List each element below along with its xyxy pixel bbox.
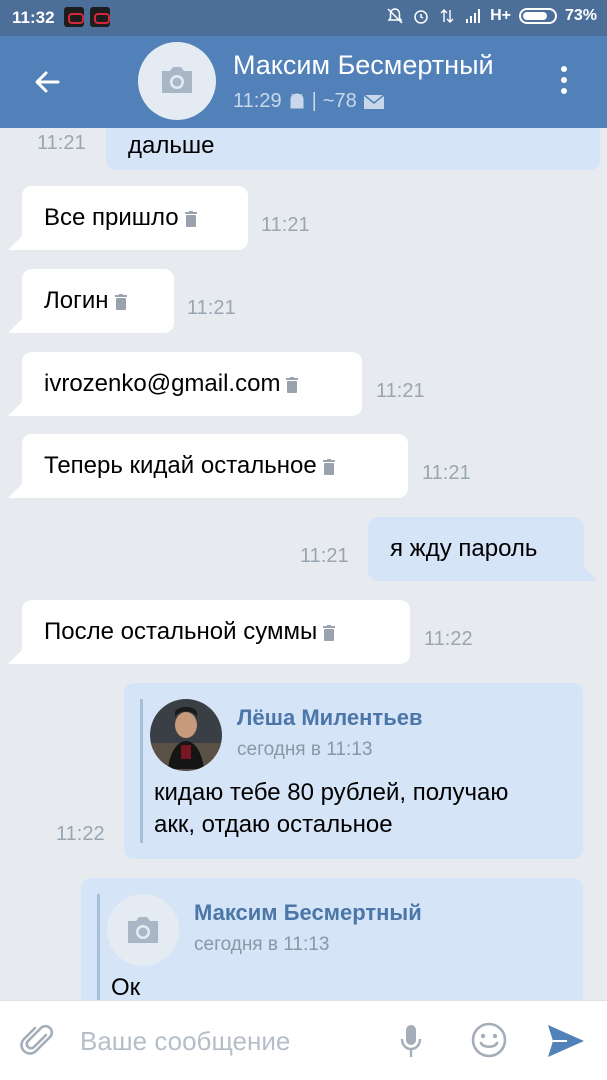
signal-icon bbox=[466, 9, 481, 23]
trash-icon bbox=[323, 625, 336, 641]
message-input[interactable] bbox=[80, 1023, 380, 1059]
message-incoming[interactable]: После остальной суммы bbox=[8, 600, 410, 664]
paperclip-icon[interactable] bbox=[20, 1023, 56, 1059]
forwarded-message[interactable]: Лёша Милентьев сегодня в 11:13 кидаю теб… bbox=[124, 683, 583, 859]
last-seen-time: 11:29 bbox=[233, 90, 282, 112]
mic-icon[interactable] bbox=[398, 1023, 424, 1059]
trash-icon bbox=[322, 459, 335, 475]
back-arrow-icon[interactable] bbox=[28, 62, 68, 102]
message-incoming[interactable]: Все пришло bbox=[8, 186, 248, 250]
trash-icon bbox=[286, 377, 299, 393]
android-icon bbox=[290, 92, 304, 108]
forward-text: Ок bbox=[111, 974, 141, 1000]
avatar[interactable] bbox=[150, 699, 222, 771]
camera-icon bbox=[162, 67, 192, 93]
more-vert-icon[interactable] bbox=[559, 66, 569, 98]
avatar[interactable] bbox=[138, 42, 216, 120]
message-text: После остальной суммы bbox=[44, 618, 318, 645]
forward-text-line: акк, отдаю остальное bbox=[154, 811, 393, 838]
forward-text-line: кидаю тебе 80 рублей, получаю bbox=[154, 779, 509, 806]
network-type: H+ bbox=[490, 7, 511, 24]
forward-author[interactable]: Максим Бесмертный bbox=[194, 900, 422, 926]
forward-text: кидаю тебе 80 рублей, получаю акк, отдаю… bbox=[154, 777, 574, 841]
chat-title[interactable]: Максим Бесмертный bbox=[233, 50, 523, 81]
trash-icon bbox=[114, 294, 127, 310]
message-outgoing[interactable]: я жду пароль bbox=[368, 517, 598, 581]
message-text: Теперь кидай остальное bbox=[44, 452, 317, 479]
subtitle-separator: | bbox=[311, 90, 317, 112]
message-time: 11:21 bbox=[422, 462, 471, 484]
mute-bell-icon bbox=[387, 8, 403, 24]
message-time: 11:21 bbox=[37, 132, 86, 154]
app-notification-icon bbox=[90, 7, 110, 27]
message-text: Все пришло bbox=[44, 204, 179, 231]
message-time: 11:21 bbox=[187, 297, 236, 319]
forwarded-message[interactable]: Максим Бесмертный сегодня в 11:13 Ок bbox=[81, 878, 583, 1000]
forward-date: сегодня в 11:13 bbox=[194, 934, 330, 955]
message-time: 11:21 bbox=[376, 380, 425, 402]
data-transfer-icon bbox=[440, 9, 454, 23]
message-count: ~78 bbox=[322, 90, 357, 112]
send-icon[interactable] bbox=[546, 1023, 586, 1059]
mail-icon bbox=[363, 93, 385, 109]
alarm-icon bbox=[414, 10, 428, 24]
message-text: дальше bbox=[128, 132, 215, 159]
forward-author[interactable]: Лёша Милентьев bbox=[237, 705, 422, 731]
forward-indicator bbox=[140, 699, 143, 843]
message-text: я жду пароль bbox=[390, 535, 538, 562]
camera-icon bbox=[128, 917, 158, 943]
battery-icon bbox=[518, 8, 557, 24]
message-incoming[interactable]: Логин bbox=[8, 269, 174, 333]
message-time: 11:22 bbox=[424, 628, 473, 650]
message-outgoing[interactable]: дальше bbox=[106, 128, 600, 170]
message-time: 11:21 bbox=[261, 214, 310, 236]
message-text: ivrozenko@gmail.com bbox=[44, 370, 281, 397]
forward-indicator bbox=[97, 894, 100, 1000]
battery-percent: 73% bbox=[564, 7, 597, 24]
chat-subtitle: 11:29 | ~78 bbox=[233, 90, 385, 113]
forward-date: сегодня в 11:13 bbox=[237, 739, 373, 760]
message-list[interactable]: дальше 11:21 Все пришло 11:21 Логин 11:2… bbox=[0, 128, 607, 1000]
message-incoming[interactable]: Теперь кидай остальное bbox=[8, 434, 408, 498]
message-text: Логин bbox=[44, 287, 109, 314]
avatar[interactable] bbox=[107, 894, 179, 966]
emoji-icon[interactable] bbox=[470, 1021, 508, 1059]
app-notification-icon bbox=[64, 7, 84, 27]
message-incoming[interactable]: ivrozenko@gmail.com bbox=[8, 352, 362, 416]
message-time: 11:22 bbox=[56, 823, 105, 845]
chat-header: Максим Бесмертный 11:29 | ~78 bbox=[0, 36, 607, 128]
message-time: 11:21 bbox=[300, 545, 349, 567]
status-time: 11:32 bbox=[12, 8, 55, 27]
message-composer bbox=[0, 1000, 607, 1080]
status-bar: 11:32 H+ 73% bbox=[0, 0, 607, 36]
trash-icon bbox=[184, 211, 197, 227]
